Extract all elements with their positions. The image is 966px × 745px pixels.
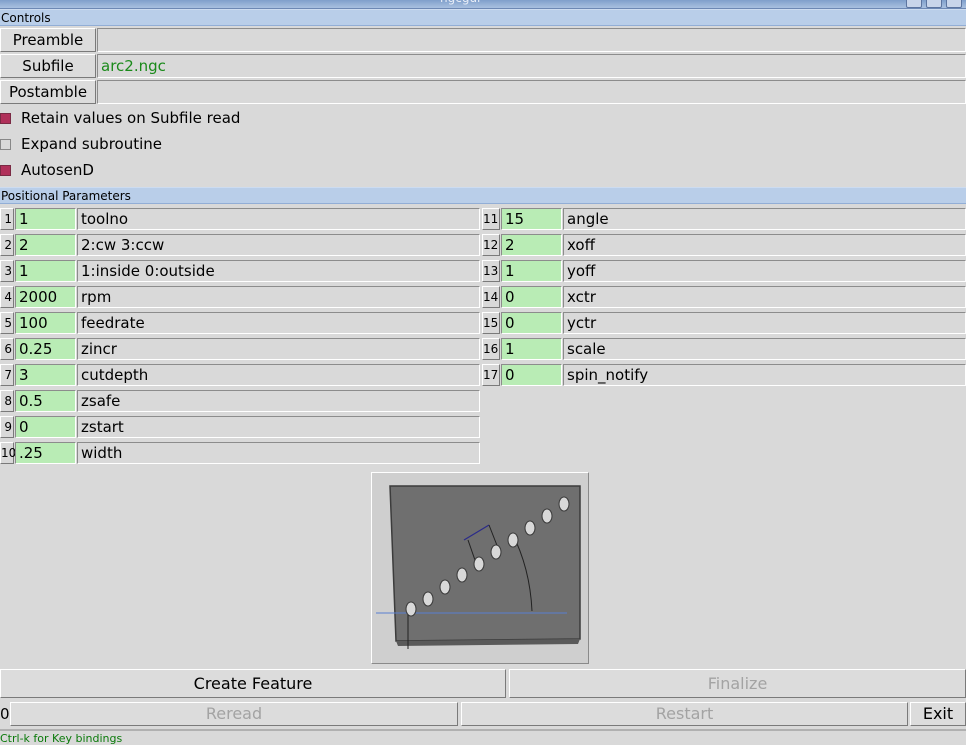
close-icon[interactable] [946, 0, 962, 8]
param-number: 9 [0, 416, 14, 438]
param-number: 17 [482, 364, 500, 386]
param-description: scale [563, 338, 966, 360]
status-text: Ctrl-k for Key bindings [0, 732, 123, 745]
param-description: 1:inside 0:outside [77, 260, 480, 282]
param-number: 1 [0, 208, 14, 230]
param-value-field[interactable]: 0.25 [15, 338, 76, 360]
checkbox-indicator[interactable] [0, 165, 11, 176]
param-value-field[interactable]: 2000 [15, 286, 76, 308]
checkbox-indicator[interactable] [0, 139, 11, 150]
param-number: 3 [0, 260, 14, 282]
param-value-field[interactable]: 0.5 [15, 390, 76, 412]
param-value-field[interactable]: 0 [501, 286, 562, 308]
subfile-field[interactable]: arc2.ngc [97, 54, 966, 78]
param-description: angle [563, 208, 966, 230]
window-titlebar[interactable]: ngcgui [0, 0, 966, 9]
minimize-icon[interactable] [906, 0, 922, 8]
checkbox-label: AutosenD [21, 161, 94, 179]
subfile-button[interactable]: Subfile [0, 54, 96, 78]
feature-counter: 0 [0, 705, 9, 723]
postamble-button[interactable]: Postamble [0, 80, 96, 104]
param-number: 13 [482, 260, 500, 282]
window-title: ngcgui [440, 0, 480, 5]
arc-hole-pattern-illustration [376, 485, 581, 649]
param-value-field[interactable]: 2 [501, 234, 562, 256]
param-number: 10 [0, 442, 16, 464]
param-value-field[interactable]: 0 [501, 364, 562, 386]
status-divider [0, 729, 966, 731]
param-value-field[interactable]: 1 [501, 338, 562, 360]
param-number: 14 [482, 286, 500, 308]
param-number: 6 [0, 338, 14, 360]
param-description: rpm [77, 286, 480, 308]
param-description: spin_notify [563, 364, 966, 386]
feature-preview-image [371, 472, 589, 664]
restart-button[interactable]: Restart [461, 702, 908, 726]
param-description: yoff [563, 260, 966, 282]
param-value-field[interactable]: 0 [501, 312, 562, 334]
param-value-field[interactable]: 0 [15, 416, 76, 438]
param-description: xctr [563, 286, 966, 308]
controls-section-header: Controls [0, 9, 966, 26]
preamble-button[interactable]: Preamble [0, 28, 96, 52]
param-value-field[interactable]: 3 [15, 364, 76, 386]
create-feature-button[interactable]: Create Feature [0, 669, 506, 698]
param-description: xoff [563, 234, 966, 256]
param-number: 7 [0, 364, 14, 386]
reread-button[interactable]: Reread [10, 702, 458, 726]
param-value-field[interactable]: 15 [501, 208, 562, 230]
param-description: feedrate [77, 312, 480, 334]
param-number: 11 [482, 208, 500, 230]
param-value-field[interactable]: .25 [15, 442, 76, 464]
param-description: 2:cw 3:ccw [77, 234, 480, 256]
param-number: 15 [482, 312, 500, 334]
param-description: zstart [77, 416, 480, 438]
checkbox-label: Retain values on Subfile read [21, 109, 241, 127]
param-description: toolno [77, 208, 480, 230]
postamble-field[interactable] [97, 80, 966, 104]
param-value-field[interactable]: 1 [15, 260, 76, 282]
positional-parameters-header: Positional Parameters [0, 187, 966, 204]
param-description: zincr [77, 338, 480, 360]
param-number: 5 [0, 312, 14, 334]
param-number: 16 [482, 338, 500, 360]
param-description: zsafe [77, 390, 480, 412]
param-number: 8 [0, 390, 14, 412]
finalize-button[interactable]: Finalize [509, 669, 966, 698]
param-description: width [77, 442, 480, 464]
exit-button[interactable]: Exit [910, 702, 966, 726]
param-value-field[interactable]: 1 [501, 260, 562, 282]
preamble-field[interactable] [97, 28, 966, 52]
checkbox-indicator[interactable] [0, 113, 11, 124]
param-description: cutdepth [77, 364, 480, 386]
param-number: 12 [482, 234, 500, 256]
checkbox-label: Expand subroutine [21, 135, 163, 153]
maximize-icon[interactable] [926, 0, 942, 8]
param-number: 4 [0, 286, 14, 308]
param-value-field[interactable]: 2 [15, 234, 76, 256]
param-description: yctr [563, 312, 966, 334]
param-value-field[interactable]: 100 [15, 312, 76, 334]
param-number: 2 [0, 234, 14, 256]
param-value-field[interactable]: 1 [15, 208, 76, 230]
